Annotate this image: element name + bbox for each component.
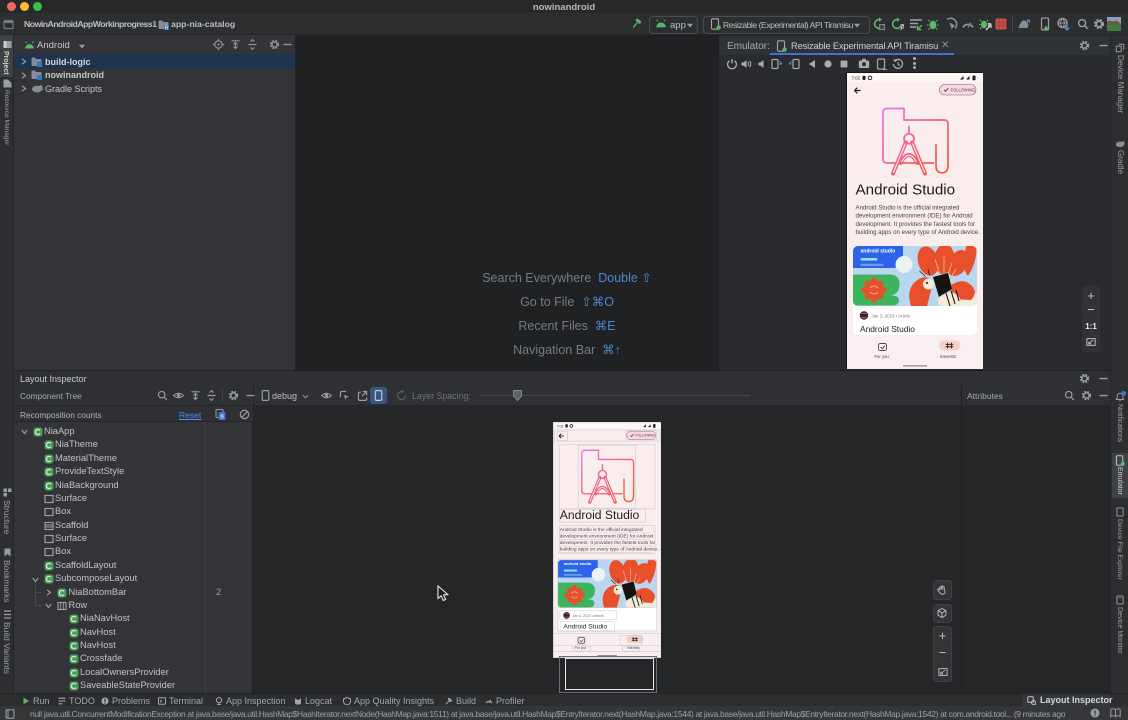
- svg-text:A: A: [900, 23, 904, 31]
